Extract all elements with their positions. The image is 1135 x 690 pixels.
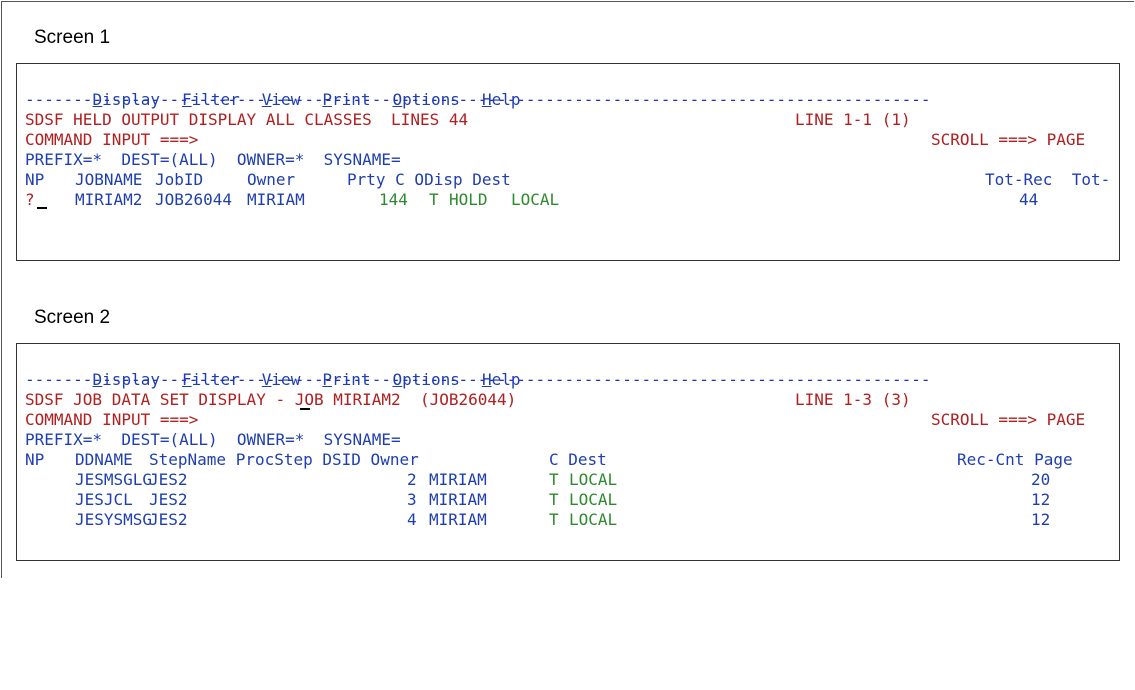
header-np: NP xyxy=(25,450,45,469)
line-info: LINE 1-1 (1) xyxy=(795,110,911,129)
header-ddname: DDNAME xyxy=(75,450,133,469)
row-owner: MIRIAM xyxy=(429,470,487,489)
row-class: T xyxy=(549,490,559,509)
row-class: T xyxy=(549,470,559,489)
column-headers: NP DDNAME StepName ProcStep DSID Owner C… xyxy=(25,450,1115,470)
command-input-label: COMMAND INPUT ===> xyxy=(25,410,199,429)
scroll-setting[interactable]: SCROLL ===> PAGE xyxy=(931,410,1085,430)
table-row[interactable]: JESYSMSG JES2 4 MIRIAM T LOCAL 12 xyxy=(25,510,1115,530)
row-ddname: JESYSMSG xyxy=(75,510,153,529)
row-prty: 144 xyxy=(379,190,408,209)
row-class: T xyxy=(429,190,439,209)
row-odisp: HOLD xyxy=(449,190,488,209)
row-dest: LOCAL xyxy=(511,190,560,209)
row-owner: MIRIAM xyxy=(429,510,487,529)
row-reccnt: 20 xyxy=(1031,470,1051,489)
menu-divider: ----------------------------------------… xyxy=(25,90,931,109)
table-row[interactable]: JESMSGLG JES2 2 MIRIAM T LOCAL 20 xyxy=(25,470,1115,490)
header-jobname: JOBNAME xyxy=(75,170,143,189)
header-prty-odisp-dest: Prty C ODisp Dest xyxy=(347,170,511,189)
row-reccnt: 12 xyxy=(1031,490,1051,509)
panel-title: SDSF HELD OUTPUT DISPLAY ALL CLASSES LIN… xyxy=(25,110,469,129)
screen-2-terminal: Display Filter View Print Options Help ------… xyxy=(16,343,1120,561)
header-owner: Owner xyxy=(247,170,296,189)
text-cursor xyxy=(300,408,310,410)
header-np: NP xyxy=(25,170,45,189)
np-prompt[interactable]: ? xyxy=(25,190,35,210)
scroll-setting[interactable]: SCROLL ===> PAGE xyxy=(931,130,1085,150)
row-jobname: MIRIAM2 xyxy=(75,190,143,209)
panel-title: SDSF JOB DATA SET DISPLAY - JOB MIRIAM2 … xyxy=(25,390,517,409)
row-dest: LOCAL xyxy=(569,470,618,489)
row-reccnt: 12 xyxy=(1031,510,1051,529)
prefix-filter-line: PREFIX=* DEST=(ALL) OWNER=* SYSNAME= xyxy=(25,430,401,449)
header-jobid: JobID xyxy=(155,170,204,189)
table-row[interactable]: ? MIRIAM2 JOB26044 MIRIAM 144 T HOLD LOC… xyxy=(25,190,1115,210)
command-input-field[interactable] xyxy=(210,408,770,430)
row-stepname: JES2 xyxy=(149,510,188,529)
menu-bar: Display Filter View Print Options Help xyxy=(54,70,542,109)
row-ddname: JESJCL xyxy=(75,490,133,509)
row-dsid: 2 xyxy=(407,470,417,489)
row-jobid: JOB26044 xyxy=(155,190,233,209)
row-dsid: 4 xyxy=(407,510,417,529)
header-class-dest: C Dest xyxy=(549,450,607,469)
row-stepname: JES2 xyxy=(149,490,188,509)
line-info: LINE 1-3 (3) xyxy=(795,390,911,409)
header-stepname-procstep-dsid-owner: StepName ProcStep DSID Owner xyxy=(149,450,419,469)
command-input-label: COMMAND INPUT ===> xyxy=(25,130,199,149)
row-totrec: 44 xyxy=(1019,190,1039,209)
screen-1-label: Screen 1 xyxy=(34,27,111,48)
prefix-filter-line: PREFIX=* DEST=(ALL) OWNER=* SYSNAME= xyxy=(25,150,401,169)
row-owner: MIRIAM xyxy=(247,190,305,209)
table-row[interactable]: JESJCL JES2 3 MIRIAM T LOCAL 12 xyxy=(25,490,1115,510)
row-class: T xyxy=(549,510,559,529)
screen-1-terminal: Display Filter View Print Options Help ------… xyxy=(16,63,1120,261)
row-ddname: JESMSGLG xyxy=(75,470,153,489)
row-dsid: 3 xyxy=(407,490,417,509)
menu-divider: ----------------------------------------… xyxy=(25,370,931,389)
header-totrec: Tot-Rec Tot- xyxy=(985,170,1111,189)
screen-2-label: Screen 2 xyxy=(34,307,111,328)
header-reccnt-page: Rec-Cnt Page xyxy=(957,450,1073,469)
row-stepname: JES2 xyxy=(149,470,188,489)
row-owner: MIRIAM xyxy=(429,490,487,509)
text-cursor xyxy=(37,207,47,209)
command-input-field[interactable] xyxy=(210,130,770,150)
menu-bar: Display Filter View Print Options Help xyxy=(54,350,542,389)
column-headers: NP JOBNAME JobID Owner Prty C ODisp Dest… xyxy=(25,170,1115,190)
row-dest: LOCAL xyxy=(569,490,618,509)
row-dest: LOCAL xyxy=(569,510,618,529)
